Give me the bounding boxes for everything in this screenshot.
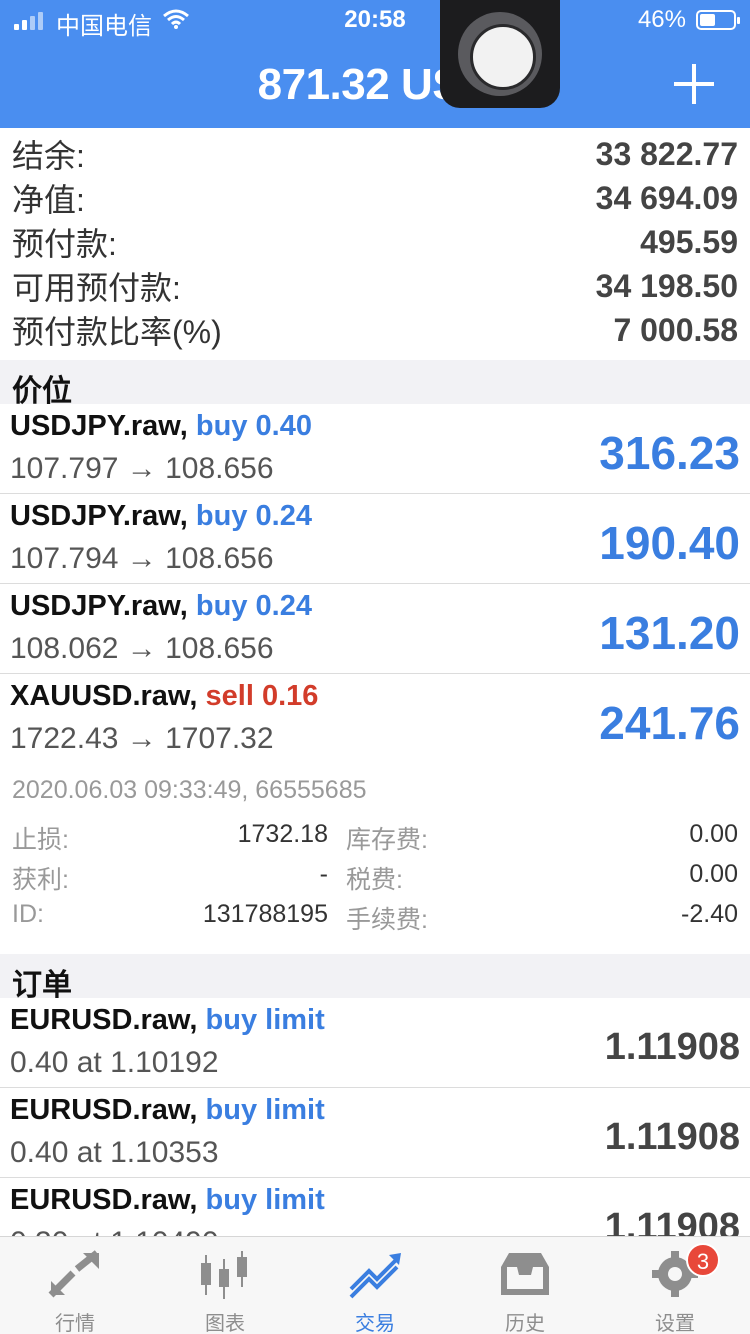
summary-label: 可用预付款:: [12, 270, 181, 306]
position-prices: 1722.43 → 1707.32: [10, 722, 274, 755]
order-price: 1.11908: [604, 1026, 740, 1068]
history-icon: [501, 1253, 549, 1295]
summary-value: 495.59: [640, 223, 738, 260]
detail-key: 止损:: [12, 826, 69, 854]
new-order-button[interactable]: [674, 64, 714, 104]
status-bar: 中国电信 20:58 46%: [0, 0, 750, 42]
summary-label: 预付款比率(%): [12, 314, 222, 350]
quotes-icon: [48, 1250, 100, 1298]
position-side: buy 0.40: [195, 410, 312, 442]
position-profit: 241.76: [599, 697, 740, 749]
detail-value: -2.40: [681, 900, 738, 928]
tab-label: 历史: [505, 1313, 545, 1334]
summary-label: 净值:: [12, 182, 85, 218]
positions-section-header: 价位: [0, 360, 750, 408]
detail-value: 0.00: [689, 860, 738, 888]
order-price: 1.11908: [604, 1116, 740, 1158]
top-bar: 中国电信 20:58 46% 871.32 USD: [0, 0, 750, 128]
tab-label: 设置: [655, 1313, 695, 1334]
position-prices: 107.794 → 108.656: [10, 542, 274, 575]
orders-section-header: 订单: [0, 954, 750, 1002]
position-symbol: USDJPY.raw,: [10, 590, 188, 622]
assistive-touch-button[interactable]: [440, 0, 560, 108]
detail-row: ID: 131788195 手续费: -2.40: [0, 900, 750, 940]
tab-label: 交易: [355, 1313, 395, 1334]
order-row[interactable]: EURUSD.raw, buy limit 0.40 at 1.10353 1.…: [0, 1088, 750, 1178]
position-symbol: USDJPY.raw,: [10, 500, 188, 532]
position-detail: 2020.06.03 09:33:49, 66555685 止损: 1732.1…: [0, 776, 750, 946]
position-profit: 190.40: [599, 517, 740, 569]
battery-icon: [696, 10, 740, 30]
position-row[interactable]: USDJPY.raw, buy 0.40 107.797 → 108.656 3…: [0, 404, 750, 494]
summary-value: 34 198.50: [595, 267, 738, 304]
detail-key: 手续费:: [346, 906, 428, 934]
tab-trade[interactable]: 交易: [300, 1237, 450, 1334]
summary-row-margin-level: 预付款比率(%) 7 000.58: [0, 308, 750, 352]
order-type: buy limit: [205, 1004, 325, 1036]
summary-row-margin: 预付款: 495.59: [0, 220, 750, 264]
order-symbol: EURUSD.raw,: [10, 1004, 198, 1036]
position-row[interactable]: USDJPY.raw, buy 0.24 108.062 → 108.656 1…: [0, 584, 750, 674]
position-prices: 108.062 → 108.656: [10, 632, 274, 665]
trade-icon: [349, 1253, 401, 1299]
tab-chart[interactable]: 图表: [150, 1237, 300, 1334]
position-side: sell 0.16: [205, 680, 319, 712]
position-profit: 131.20: [599, 607, 740, 659]
detail-key: 获利:: [12, 866, 69, 894]
position-row-expanded[interactable]: XAUUSD.raw, sell 0.16 1722.43 → 1707.32 …: [0, 674, 750, 764]
detail-row: 止损: 1732.18 库存费: 0.00: [0, 820, 750, 860]
detail-key: 库存费:: [346, 826, 428, 854]
position-side: buy 0.24: [195, 500, 312, 532]
tab-label: 行情: [55, 1313, 95, 1334]
detail-row: 获利: - 税费: 0.00: [0, 860, 750, 900]
order-info: 0.40 at 1.10192: [10, 1046, 219, 1079]
detail-value: 131788195: [202, 900, 328, 928]
summary-value: 33 822.77: [595, 135, 738, 172]
position-row[interactable]: USDJPY.raw, buy 0.24 107.794 → 108.656 1…: [0, 494, 750, 584]
position-timestamp: 2020.06.03 09:33:49, 66555685: [12, 776, 367, 804]
detail-key: 税费:: [346, 866, 403, 894]
tab-label: 图表: [205, 1313, 245, 1334]
order-type: buy limit: [205, 1094, 325, 1126]
position-symbol: XAUUSD.raw,: [10, 680, 198, 712]
settings-badge: 3: [686, 1243, 720, 1277]
order-symbol: EURUSD.raw,: [10, 1184, 198, 1216]
summary-value: 7 000.58: [613, 311, 738, 348]
position-side: buy 0.24: [195, 590, 312, 622]
tab-bar: 行情 图表 交易 历史 3 设置: [0, 1236, 750, 1334]
detail-key: ID:: [12, 900, 44, 928]
tab-history[interactable]: 历史: [450, 1237, 600, 1334]
order-symbol: EURUSD.raw,: [10, 1094, 198, 1126]
summary-row-balance: 结余: 33 822.77: [0, 132, 750, 176]
summary-row-equity: 净值: 34 694.09: [0, 176, 750, 220]
order-info: 0.40 at 1.10353: [10, 1136, 219, 1169]
summary-label: 预付款:: [12, 226, 117, 262]
position-profit: 316.23: [599, 427, 740, 479]
summary-label: 结余:: [12, 138, 85, 174]
order-type: buy limit: [205, 1184, 325, 1216]
battery-percent: 46%: [637, 6, 686, 33]
tab-quotes[interactable]: 行情: [0, 1237, 150, 1334]
chart-icon: [201, 1251, 247, 1299]
summary-value: 34 694.09: [595, 179, 738, 216]
account-summary: 结余: 33 822.77 净值: 34 694.09 预付款: 495.59 …: [0, 132, 750, 352]
page-title: 871.32 USD: [257, 60, 493, 109]
detail-value: -: [319, 860, 328, 888]
position-prices: 107.797 → 108.656: [10, 452, 274, 485]
position-symbol: USDJPY.raw,: [10, 410, 188, 442]
tab-settings[interactable]: 3 设置: [600, 1237, 750, 1334]
detail-value: 0.00: [689, 820, 738, 848]
detail-value: 1732.18: [237, 820, 328, 848]
summary-row-free-margin: 可用预付款: 34 198.50: [0, 264, 750, 308]
order-row[interactable]: EURUSD.raw, buy limit 0.40 at 1.10192 1.…: [0, 998, 750, 1088]
